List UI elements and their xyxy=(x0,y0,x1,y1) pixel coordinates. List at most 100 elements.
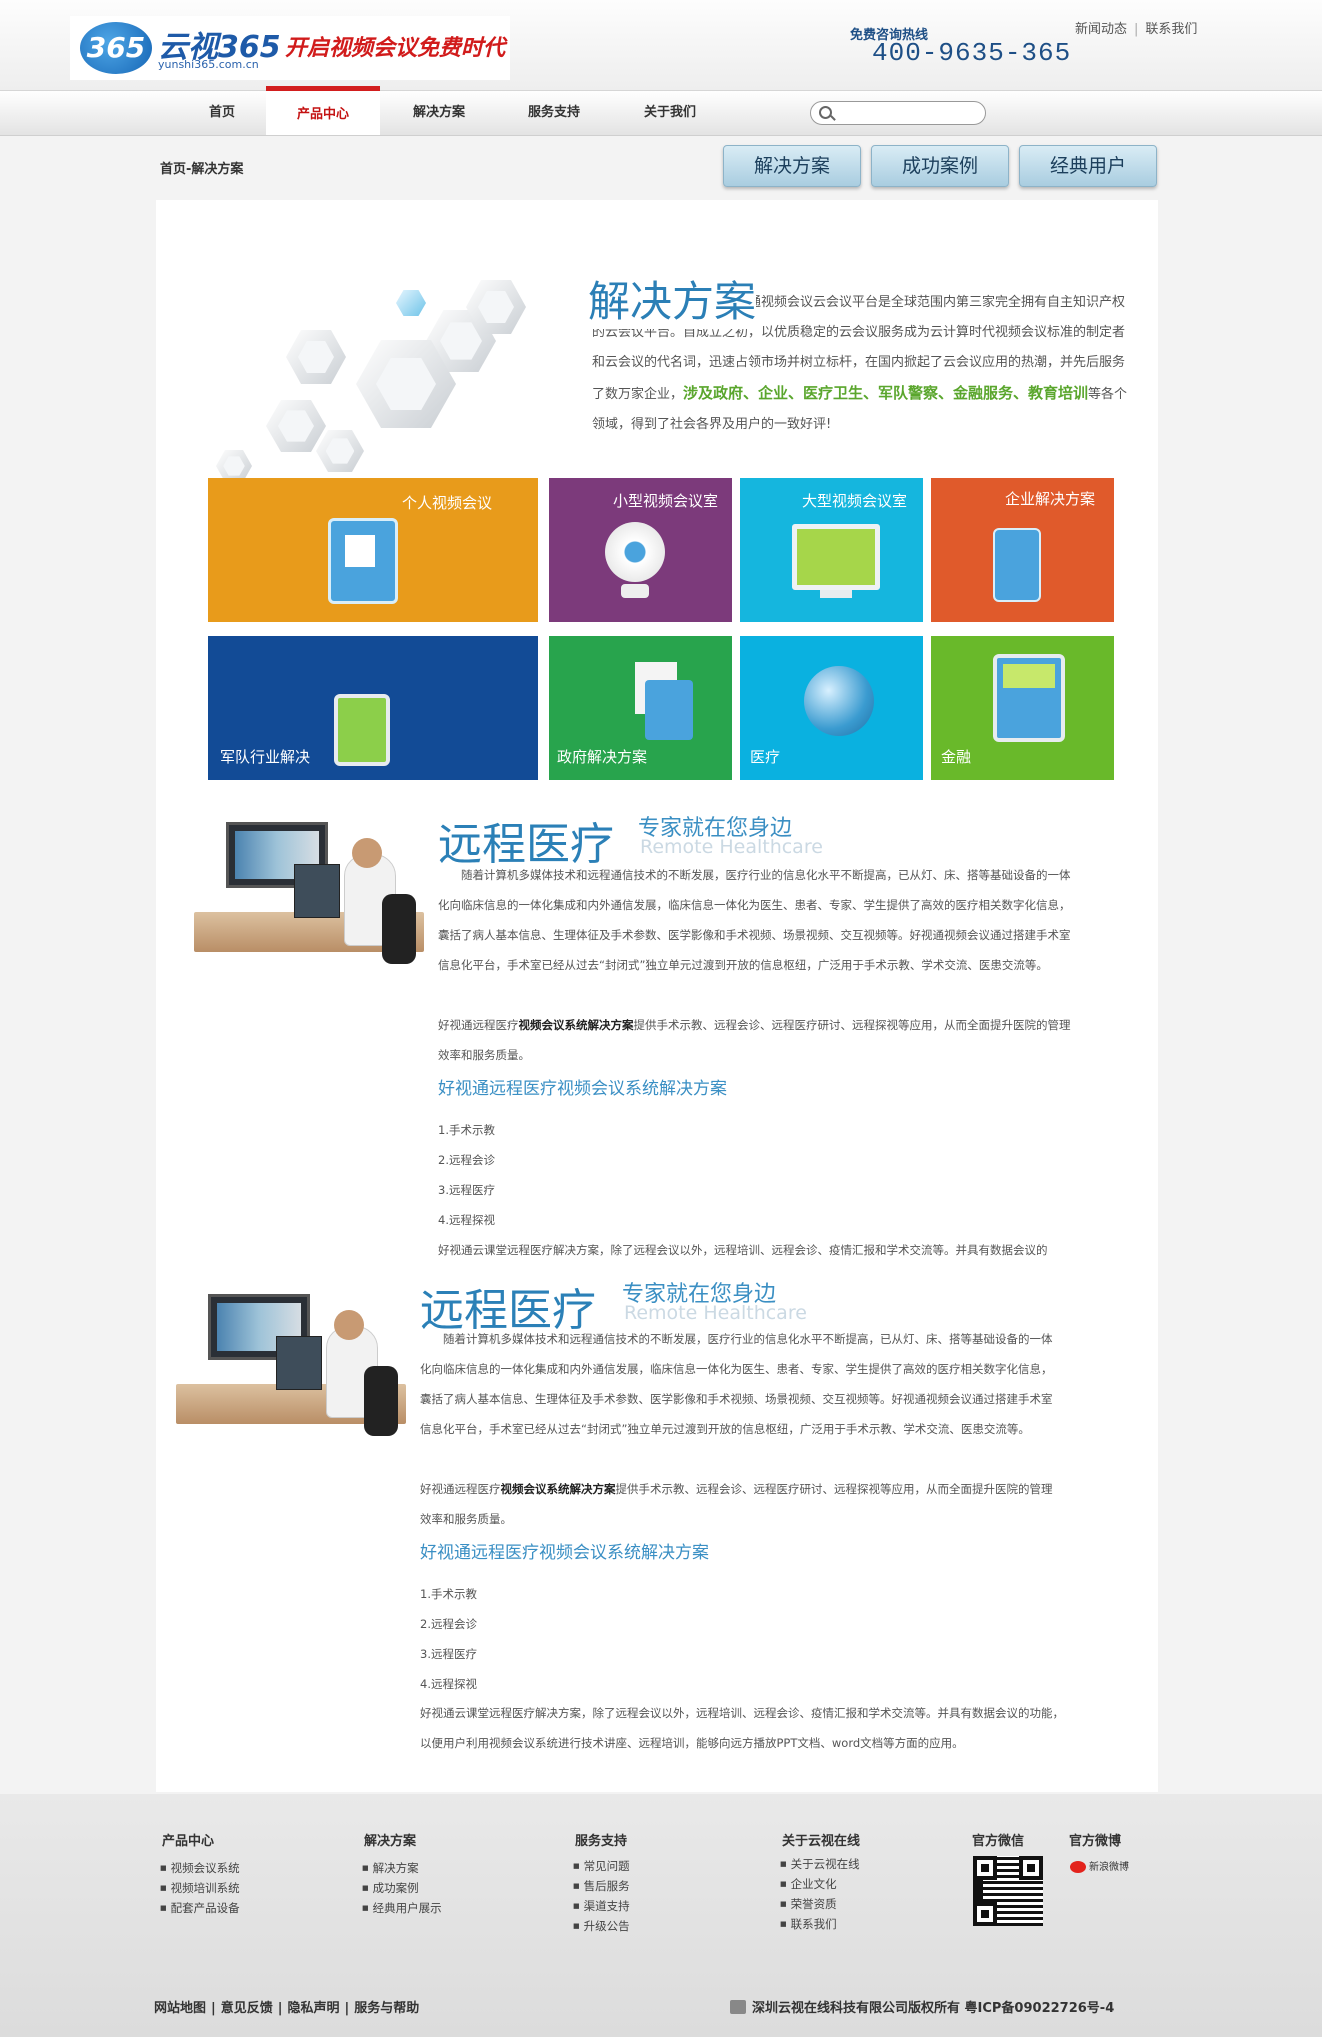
main-nav: 首页 产品中心 解决方案 服务支持 关于我们 xyxy=(0,86,1322,136)
article-bold: 视频会议系统解决方案 xyxy=(518,1018,634,1032)
nav-item-home[interactable]: 首页 xyxy=(165,91,279,135)
article-paragraph: 好视通云课堂远程医疗解决方案，除了远程会议以外，远程培训、远程会诊、疫情汇报和学… xyxy=(420,1706,1064,1750)
tile-label: 政府解决方案 xyxy=(557,748,648,766)
calculator-screen xyxy=(1003,664,1055,688)
tile-finance[interactable]: 金融 xyxy=(931,636,1114,780)
tile-government[interactable]: 政府解决方案 xyxy=(549,636,732,780)
list-item: 2.远程会诊 xyxy=(420,1617,477,1631)
globe-leaf-icon xyxy=(804,666,874,736)
footer-link[interactable]: 解决方案 xyxy=(362,1860,419,1876)
list-item: 2.远程会诊 xyxy=(438,1153,495,1167)
feedback-link[interactable]: 意见反馈 xyxy=(221,2001,273,2016)
article-heading: 好视通远程医疗视频会议系统解决方案 xyxy=(420,1543,709,1563)
nav-item-products[interactable]: 产品中心 xyxy=(266,86,380,135)
footer-link[interactable]: 配套产品设备 xyxy=(160,1900,240,1916)
logo-slogan: 开启视频会议免费时代 xyxy=(285,35,506,61)
footer-link[interactable]: 关于云视在线 xyxy=(780,1856,860,1872)
article-paragraph: 好视通云课堂远程医疗解决方案，除了远程会议以外，远程培训、远程会诊、疫情汇报和学… xyxy=(438,1243,1048,1257)
footer-column-title: 产品中心 xyxy=(162,1834,215,1849)
bottom-links: 网站地图 | 意见反馈 | 隐私声明 | 服务与帮助 xyxy=(154,1997,419,2016)
top-link-news[interactable]: 新闻动态 xyxy=(1075,22,1127,37)
hexagon-shape xyxy=(286,330,346,384)
tile-label: 军队行业解决 xyxy=(220,748,311,766)
footer-column-title: 服务支持 xyxy=(575,1834,628,1849)
copyright: 深圳云视在线科技有限公司版权所有 粤ICP备09022726号-4 xyxy=(730,1997,1114,2016)
footer-link[interactable]: 常见问题 xyxy=(573,1858,630,1874)
search-input[interactable] xyxy=(837,104,981,122)
link-separator: | xyxy=(211,2001,216,2016)
link-separator: | xyxy=(277,2001,283,2016)
article-text: 好视通远程医疗 xyxy=(420,1482,501,1496)
article-paragraph: 好视通远程医疗视频会议系统解决方案提供手术示教、远程会诊、远程医疗研讨、远程探视… xyxy=(438,1010,1078,1070)
qr-finder xyxy=(973,1856,997,1880)
search-box[interactable] xyxy=(810,101,986,125)
tile-medical[interactable]: 医疗 xyxy=(740,636,923,780)
list-item: 3.远程医疗 xyxy=(420,1647,477,1661)
cases-button[interactable]: 成功案例 xyxy=(871,145,1009,187)
footer-link[interactable]: 升级公告 xyxy=(573,1918,630,1934)
privacy-link[interactable]: 隐私声明 xyxy=(288,2001,340,2016)
search-icon[interactable] xyxy=(819,106,832,119)
top-link-separator: | xyxy=(1134,22,1139,37)
phone-icon xyxy=(993,528,1041,602)
footer-link[interactable]: 视频培训系统 xyxy=(160,1880,240,1896)
sitemap-link[interactable]: 网站地图 xyxy=(154,2001,206,2016)
hotline-number: 400-9635-365 xyxy=(872,38,1072,68)
hexagon-shape xyxy=(316,430,364,472)
copyright-text: 深圳云视在线科技有限公司版权所有 粤ICP备09022726号-4 xyxy=(752,2001,1115,2016)
weibo-link[interactable]: 新浪微博 xyxy=(1070,1858,1129,1873)
doctor-illustration xyxy=(176,1286,406,1456)
tile-label: 个人视频会议 xyxy=(402,494,493,512)
content-panel: 好视通视频会议云会议平台是全球范围内第三家完全拥有自主知识产权的云会议平台。自成… xyxy=(156,200,1158,1792)
article-subtitle-en: Remote Healthcare xyxy=(624,1302,807,1324)
footer-link[interactable]: 视频会议系统 xyxy=(160,1860,240,1876)
calculator-icon xyxy=(993,654,1065,742)
top-link-contact[interactable]: 联系我们 xyxy=(1145,22,1197,37)
article-heading: 好视通远程医疗视频会议系统解决方案 xyxy=(438,1079,727,1099)
chair xyxy=(364,1366,398,1436)
wechat-qr-code[interactable] xyxy=(973,1856,1043,1926)
tile-small-room[interactable]: 小型视频会议室 xyxy=(549,478,732,622)
top-header: 365 云视365 yunshi365.com.cn 开启视频会议免费时代 免费… xyxy=(0,0,1322,91)
qr-finder xyxy=(1019,1856,1043,1880)
webcam-stand xyxy=(621,584,649,598)
hexagon-shape xyxy=(396,290,426,316)
wechat-title: 官方微信 xyxy=(972,1834,1025,1849)
nav-item-support[interactable]: 服务支持 xyxy=(497,91,611,135)
hexagon-illustration xyxy=(186,230,576,512)
tile-large-room[interactable]: 大型视频会议室 xyxy=(740,478,923,622)
doctor-illustration xyxy=(194,814,424,984)
monitor-stand xyxy=(820,590,852,598)
top-links: 新闻动态 | 联系我们 xyxy=(1075,18,1197,37)
help-link[interactable]: 服务与帮助 xyxy=(354,2001,419,2016)
footer-link[interactable]: 成功案例 xyxy=(362,1880,419,1896)
users-button[interactable]: 经典用户 xyxy=(1019,145,1157,187)
breadcrumb: 首页-解决方案 xyxy=(160,162,244,177)
footer-link[interactable]: 企业文化 xyxy=(780,1876,837,1892)
webcam-icon xyxy=(605,522,665,582)
footer-link[interactable]: 售后服务 xyxy=(573,1878,630,1894)
footer-link[interactable]: 荣誉资质 xyxy=(780,1896,837,1912)
site-logo[interactable]: 365 云视365 yunshi365.com.cn 开启视频会议免费时代 xyxy=(70,16,510,80)
logo-domain: yunshi365.com.cn xyxy=(158,58,259,71)
weibo-icon xyxy=(1070,1861,1086,1873)
tile-enterprise[interactable]: 企业解决方案 xyxy=(931,478,1114,622)
list-item: 1.手术示教 xyxy=(420,1587,477,1601)
article-subtitle-en: Remote Healthcare xyxy=(640,836,823,858)
nav-item-solutions[interactable]: 解决方案 xyxy=(382,91,496,135)
id-badge-icon xyxy=(328,518,398,604)
nav-item-about[interactable]: 关于我们 xyxy=(613,91,727,135)
tile-military[interactable]: 军队行业解决 xyxy=(208,636,538,780)
article-paragraph: 随着计算机多媒体技术和远程通信技术的不断发展，医疗行业的信息化水平不断提高，已从… xyxy=(420,1332,1053,1436)
footer-column-title: 解决方案 xyxy=(364,1834,417,1849)
footer-link[interactable]: 联系我们 xyxy=(780,1916,837,1932)
tile-label: 医疗 xyxy=(750,748,781,766)
doctor-head xyxy=(334,1310,364,1340)
solutions-button[interactable]: 解决方案 xyxy=(723,145,861,187)
id-photo xyxy=(345,535,375,567)
footer-link[interactable]: 经典用户展示 xyxy=(362,1900,442,1916)
monitor-icon xyxy=(792,524,880,590)
tile-label: 企业解决方案 xyxy=(1005,490,1096,508)
footer-link[interactable]: 渠道支持 xyxy=(573,1898,630,1914)
tile-personal-video[interactable]: 个人视频会议 xyxy=(208,478,538,622)
